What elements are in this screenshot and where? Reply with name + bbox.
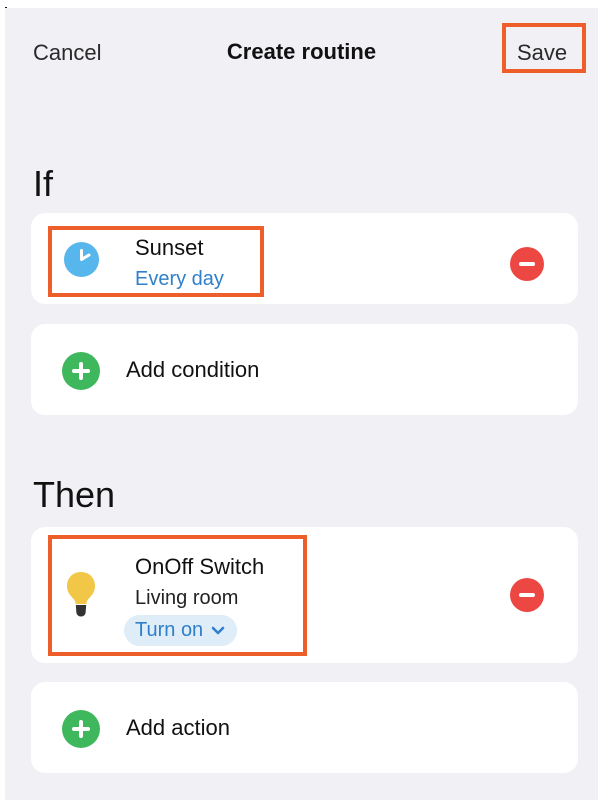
if-section-heading: If <box>33 163 54 204</box>
chevron-down-icon <box>211 626 225 634</box>
remove-action-button[interactable] <box>510 578 544 612</box>
turn-on-dropdown[interactable]: Turn on <box>124 615 238 646</box>
page-title: Create routine <box>226 39 377 64</box>
remove-condition-button[interactable] <box>510 247 544 281</box>
switch-action-card[interactable]: OnOff Switch Living room Turn on <box>31 527 578 663</box>
save-button[interactable]: Save <box>517 40 567 66</box>
clock-hands-icon <box>80 249 91 261</box>
lightbulb-shape-icon <box>67 572 95 617</box>
sunset-condition-card[interactable]: Sunset Every day <box>31 213 578 304</box>
add-condition-label[interactable]: Add condition <box>126 357 259 383</box>
condition-title: Sunset <box>135 235 204 260</box>
plus-icon[interactable] <box>62 352 100 390</box>
plus-icon[interactable] <box>62 710 100 748</box>
then-section-heading: Then <box>33 474 116 515</box>
add-action-card[interactable]: Add action <box>31 682 578 773</box>
condition-frequency[interactable]: Every day <box>135 268 224 291</box>
create-routine-screen: Cancel Create routine Save If Sunset Eve… <box>5 8 598 800</box>
add-action-label[interactable]: Add action <box>126 715 230 741</box>
action-device-title: OnOff Switch <box>135 554 265 579</box>
turn-on-label: Turn on <box>135 619 204 641</box>
clock-icon <box>64 242 99 277</box>
add-condition-card[interactable]: Add condition <box>31 324 578 415</box>
lightbulb-icon <box>65 571 97 621</box>
action-room-label: Living room <box>135 587 239 609</box>
